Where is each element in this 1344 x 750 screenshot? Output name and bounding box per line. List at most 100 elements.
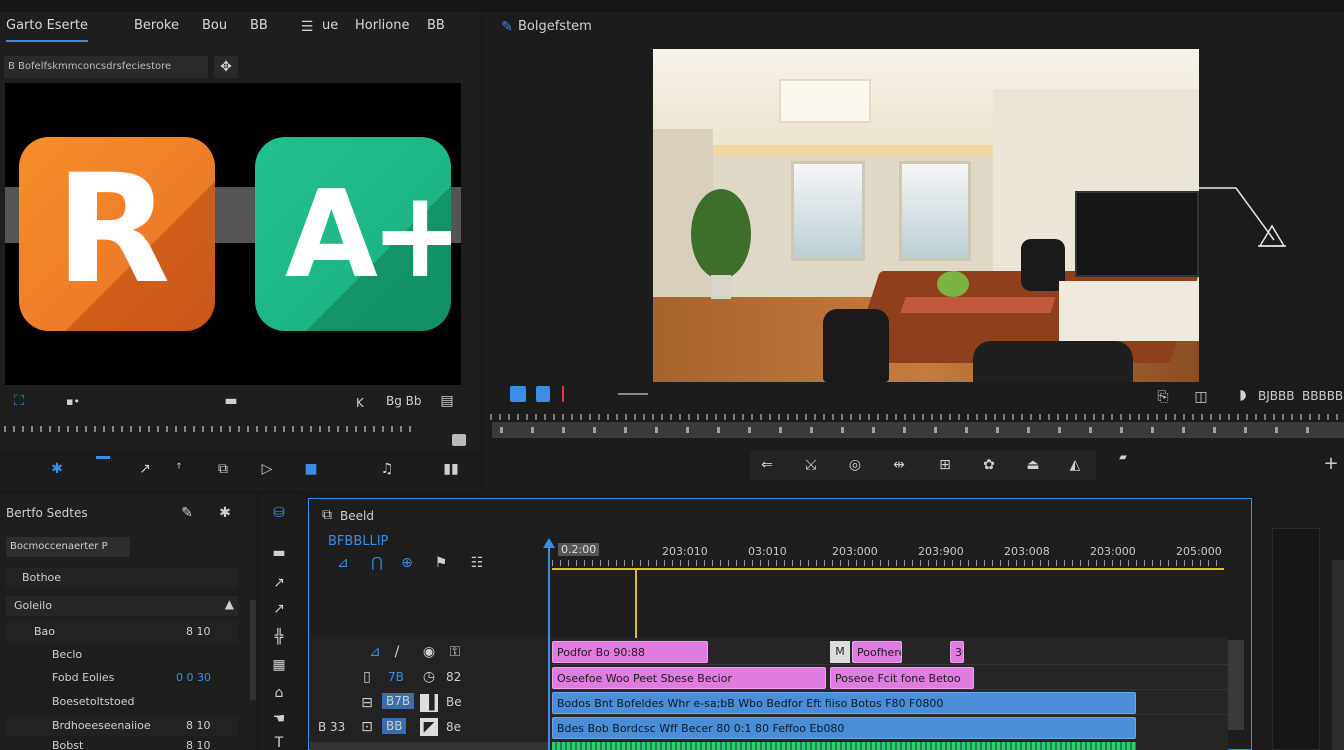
project-scrollbar[interactable] xyxy=(250,600,256,700)
tree-row-6[interactable]: Brdhoeeseenaiioe 8 10 xyxy=(6,716,238,736)
tree-row-1[interactable]: Goleilo ▲ xyxy=(6,596,238,616)
tree-row-2[interactable]: Bao 8 10 xyxy=(6,622,238,642)
tree-row-3[interactable]: Beclo xyxy=(6,645,238,665)
project-settings-icon[interactable]: ✱ xyxy=(216,504,234,522)
source-display-icon[interactable]: ▬ xyxy=(222,392,240,410)
marker-add-icon[interactable]: ⊕ xyxy=(398,554,416,572)
clip[interactable]: Oseefoe Woo Peet Sbese Becior xyxy=(552,667,826,689)
clip[interactable]: Poofhere xyxy=(852,641,902,663)
linked-icon[interactable]: ⋂ xyxy=(368,554,386,572)
text-tool-icon[interactable]: T xyxy=(270,734,288,750)
pen-tool-icon[interactable]: ⌂ xyxy=(270,684,288,702)
lane-divider xyxy=(550,689,1228,690)
program-control-a[interactable]: BJBBB xyxy=(1258,389,1294,403)
clip[interactable]: Poseoe Fcit fone Betoo xyxy=(830,667,974,689)
source-settings-icon[interactable]: ✱ xyxy=(48,460,66,478)
tree-row-4[interactable]: Fobd Eolies 0 0 30 xyxy=(6,668,238,688)
audio-meter-slider[interactable] xyxy=(1332,560,1344,750)
project-edit-icon[interactable]: ✎ xyxy=(178,504,196,522)
track-record-icon[interactable]: ◤ xyxy=(420,718,438,736)
move-button[interactable]: ✥ xyxy=(214,56,238,78)
source-step-icon[interactable]: ꜛ xyxy=(170,460,188,478)
source-levels-icon[interactable]: ▮▮ xyxy=(442,460,460,478)
program-shuffle-icon[interactable]: ⤩ xyxy=(802,456,820,474)
source-play-icon[interactable]: ▷ xyxy=(258,460,276,478)
source-zoom-handle[interactable] xyxy=(452,434,466,446)
clip-fx-icon[interactable]: M xyxy=(830,641,850,663)
clip[interactable]: Bodos Bnt Bofeldes Whr e-sa;bB Wbo Bedfo… xyxy=(552,692,1136,714)
audio-waveform[interactable] xyxy=(552,742,1136,750)
program-dash xyxy=(618,393,648,395)
program-extract-icon[interactable]: ◭ xyxy=(1066,456,1084,474)
program-compare-icon[interactable]: ◗ xyxy=(1234,386,1252,404)
track-mic-icon[interactable]: ⊡ xyxy=(358,718,376,736)
source-grid-icon[interactable]: ▤ xyxy=(438,392,456,410)
tab-2[interactable]: Bou xyxy=(202,18,227,33)
snap-icon[interactable]: ⊿ xyxy=(334,554,352,572)
track-mute-icon[interactable]: ⊟ xyxy=(358,694,376,712)
program-back-icon[interactable]: ⇐ xyxy=(758,456,776,474)
timeline-scrollbar[interactable] xyxy=(1228,640,1244,730)
program-control-b[interactable]: BBBBB xyxy=(1302,389,1343,403)
source-marker-icon[interactable]: ⛶ xyxy=(10,392,28,410)
active-tab-underline xyxy=(6,40,88,42)
source-arrow-icon[interactable]: ↗ xyxy=(136,460,154,478)
clip[interactable]: 30 xyxy=(950,641,964,663)
source-search-input[interactable]: B Bofelfskmmconcsdrsfeciestore xyxy=(4,56,208,78)
track-solo-icon[interactable]: ▐ xyxy=(420,694,438,712)
track-header-text: 82 xyxy=(446,670,462,684)
source-record-icon[interactable]: ■ xyxy=(302,460,320,478)
program-lift-icon[interactable]: ⏏ xyxy=(1024,456,1042,474)
tab-3[interactable]: BB xyxy=(250,18,268,33)
tab-1[interactable]: Beroke xyxy=(134,18,179,33)
collapse-icon[interactable]: ▲ xyxy=(225,597,234,611)
program-camera-icon[interactable]: ⊞ xyxy=(936,456,954,474)
program-ripple-icon[interactable]: ◎ xyxy=(846,456,864,474)
tree-row-7[interactable]: Bobst 8 10 xyxy=(6,738,238,750)
track-clock-icon[interactable]: ◷ xyxy=(420,668,438,686)
clip[interactable]: Podfor Bo 90:88 xyxy=(552,641,708,663)
project-filter[interactable]: Bocmoccenaerter P xyxy=(6,537,130,557)
track-select-icon[interactable]: ▬ xyxy=(270,544,288,562)
program-mark-out[interactable] xyxy=(536,386,550,402)
timeline-settings-icon[interactable]: ☷ xyxy=(468,554,486,572)
tree-row-5[interactable]: Boesetoltstoed xyxy=(6,692,238,712)
program-small-icon[interactable]: ▰ xyxy=(1114,448,1132,466)
source-control-k[interactable]: K xyxy=(356,396,364,410)
program-add-icon[interactable]: + xyxy=(1322,453,1340,474)
track-sync-icon[interactable]: ▯ xyxy=(358,668,376,686)
tab-6[interactable]: BB xyxy=(427,18,445,33)
program-window-icon[interactable]: ◫ xyxy=(1192,388,1210,406)
timeline-timecode[interactable]: BFBBLLIP xyxy=(328,534,388,549)
selection-tool-icon[interactable]: ⛁ xyxy=(270,504,288,522)
ruler-label: 203:010 xyxy=(662,545,708,558)
source-control-right[interactable]: Bg Bb xyxy=(386,394,422,408)
program-puzzle-icon[interactable]: ✿ xyxy=(980,456,998,474)
program-trim-icon[interactable]: ⇹ xyxy=(890,456,908,474)
clip[interactable]: Bdes Bob Bordcsc Wff Becer 80 0:1 80 Fef… xyxy=(552,717,1136,739)
tab-4[interactable]: ue xyxy=(322,18,338,33)
track-lock-icon[interactable]: ⚿ xyxy=(446,643,464,661)
track-header-text: 7B xyxy=(388,670,404,684)
marker-icon[interactable]: ⚑ xyxy=(432,554,450,572)
slip-tool-icon[interactable]: ╬ xyxy=(270,628,288,646)
ripple-edit-icon[interactable]: ↗ xyxy=(270,574,288,592)
grid-tool-icon[interactable]: ▦ xyxy=(270,656,288,674)
track-target-icon[interactable]: ⊿ xyxy=(366,643,384,661)
in-point-marker[interactable] xyxy=(635,570,637,640)
list-icon[interactable]: ☰ xyxy=(298,18,316,36)
tree-row-0[interactable]: Bothoe xyxy=(6,568,238,588)
tab-5[interactable]: Horlione xyxy=(355,18,410,33)
chair-front-right xyxy=(973,341,1133,382)
source-flag-icon[interactable]: ▪• xyxy=(64,392,82,410)
source-sound-icon[interactable]: ♫ xyxy=(378,460,396,478)
tab-0[interactable]: Garto Eserte xyxy=(6,18,88,33)
source-frame-icon[interactable]: ⧉ xyxy=(214,460,232,478)
work-area-bar[interactable] xyxy=(552,568,1224,570)
razor-tool-icon[interactable]: ↗ xyxy=(270,600,288,618)
program-mark-in[interactable] xyxy=(510,386,526,402)
hand-tool-icon[interactable]: ☚ xyxy=(270,710,288,728)
track-eye-icon[interactable]: ◉ xyxy=(420,643,438,661)
program-export-icon[interactable]: ⎘ xyxy=(1154,388,1172,406)
track-pen-icon[interactable]: / xyxy=(388,643,406,661)
